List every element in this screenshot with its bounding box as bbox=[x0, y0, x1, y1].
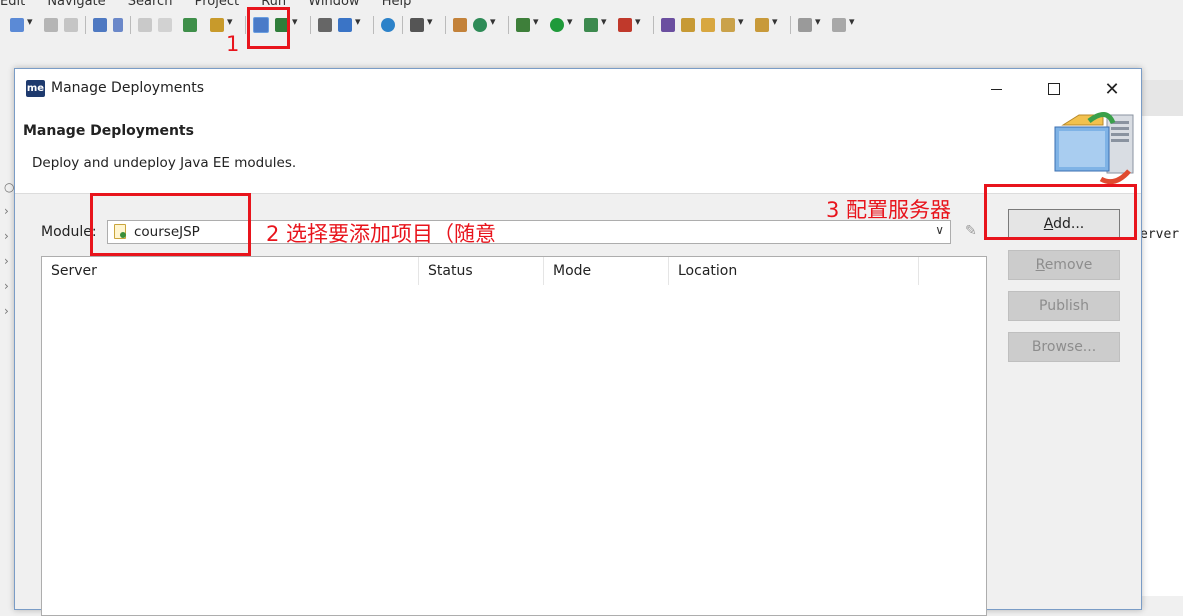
window-title: Manage Deployments bbox=[51, 80, 204, 96]
main-toolbar bbox=[0, 10, 1183, 40]
new-icon[interactable] bbox=[10, 15, 33, 32]
minimize-icon[interactable] bbox=[967, 69, 1025, 109]
camera-icon[interactable] bbox=[410, 15, 433, 32]
browse-button[interactable]: Browse... bbox=[1008, 332, 1120, 362]
globe-icon[interactable] bbox=[381, 18, 395, 32]
package-icon[interactable] bbox=[453, 18, 467, 32]
open-project-icon[interactable] bbox=[681, 18, 695, 32]
header-description: Deploy and undeploy Java EE modules. bbox=[32, 155, 297, 171]
deploy-server-icon bbox=[1054, 112, 1134, 185]
manage-deployments-dialog: me Manage Deployments ✕ Manage Deploymen… bbox=[14, 68, 1142, 616]
annotation-step1: 1 bbox=[226, 32, 240, 56]
search-icon[interactable] bbox=[338, 15, 361, 32]
external-tools-icon[interactable] bbox=[618, 15, 641, 32]
pencil-tool-icon[interactable] bbox=[721, 15, 744, 32]
menu-project[interactable]: Project bbox=[195, 0, 239, 9]
save-all-icon[interactable] bbox=[64, 18, 78, 32]
console-icon[interactable] bbox=[318, 18, 332, 32]
menubar: Edit Navigate Search Project Run Window … bbox=[0, 0, 429, 9]
next-annotation-icon[interactable] bbox=[798, 15, 821, 32]
open-folder-icon[interactable] bbox=[755, 15, 778, 32]
menu-help[interactable]: Help bbox=[382, 0, 412, 9]
menu-navigate[interactable]: Navigate bbox=[47, 0, 105, 9]
menu-search[interactable]: Search bbox=[128, 0, 173, 9]
tree-chevron-icon: ○ bbox=[4, 180, 15, 194]
new-project-icon[interactable] bbox=[661, 18, 675, 32]
prev-annotation-icon[interactable] bbox=[832, 15, 855, 32]
publish-button[interactable]: Publish bbox=[1008, 291, 1120, 321]
tree-chevron-icon: › bbox=[4, 204, 9, 218]
run-server-icon[interactable] bbox=[210, 15, 233, 32]
tree-chevron-icon: › bbox=[4, 304, 9, 318]
skip-breakpoints-icon[interactable] bbox=[113, 18, 123, 32]
folder-icon[interactable] bbox=[701, 18, 715, 32]
column-header-location[interactable]: Location bbox=[669, 257, 919, 285]
tree-chevron-icon: › bbox=[4, 229, 9, 243]
terminal-icon[interactable] bbox=[93, 18, 107, 32]
column-header-status[interactable]: Status bbox=[419, 257, 544, 285]
undo-icon[interactable] bbox=[138, 18, 152, 32]
column-header-mode[interactable]: Mode bbox=[544, 257, 669, 285]
run-icon[interactable] bbox=[550, 15, 573, 32]
module-label: Module: bbox=[41, 224, 97, 240]
deployments-table[interactable]: Server Status Mode Location bbox=[41, 256, 987, 616]
annotation-box-step2 bbox=[90, 193, 251, 256]
debug-icon[interactable] bbox=[516, 15, 539, 32]
coverage-icon[interactable] bbox=[584, 15, 607, 32]
close-icon[interactable]: ✕ bbox=[1083, 69, 1141, 109]
menu-window[interactable]: Window bbox=[308, 0, 359, 9]
manage-deployments-icon[interactable] bbox=[183, 18, 197, 32]
annotation-box-step3 bbox=[984, 184, 1137, 240]
dialog-titlebar[interactable]: me Manage Deployments ✕ bbox=[15, 69, 1141, 109]
chevron-down-icon[interactable]: ∨ bbox=[935, 223, 944, 237]
redo-icon[interactable] bbox=[158, 18, 172, 32]
background-server-text: erver bbox=[1140, 227, 1180, 242]
background-view-tabs bbox=[1140, 80, 1183, 116]
column-header-server[interactable]: Server bbox=[42, 257, 419, 285]
save-icon[interactable] bbox=[44, 18, 58, 32]
annotation-step3: 3 配置服务器 bbox=[826, 198, 952, 222]
remove-button[interactable]: Remove bbox=[1008, 250, 1120, 280]
maximize-icon[interactable] bbox=[1025, 69, 1083, 109]
myeclipse-app-icon: me bbox=[26, 80, 45, 97]
header-title: Manage Deployments bbox=[23, 123, 194, 139]
dialog-header: Manage Deployments Deploy and undeploy J… bbox=[15, 109, 1141, 193]
edit-pencil-icon[interactable]: ✎ bbox=[965, 223, 977, 239]
tree-chevron-icon: › bbox=[4, 254, 9, 268]
refresh-icon[interactable] bbox=[473, 15, 496, 32]
annotation-step2: 2 选择要添加项目（随意 bbox=[266, 222, 497, 246]
menu-edit[interactable]: Edit bbox=[0, 0, 25, 9]
background-editor bbox=[1140, 116, 1183, 596]
annotation-box-step1 bbox=[247, 7, 290, 49]
tree-chevron-icon: › bbox=[4, 279, 9, 293]
